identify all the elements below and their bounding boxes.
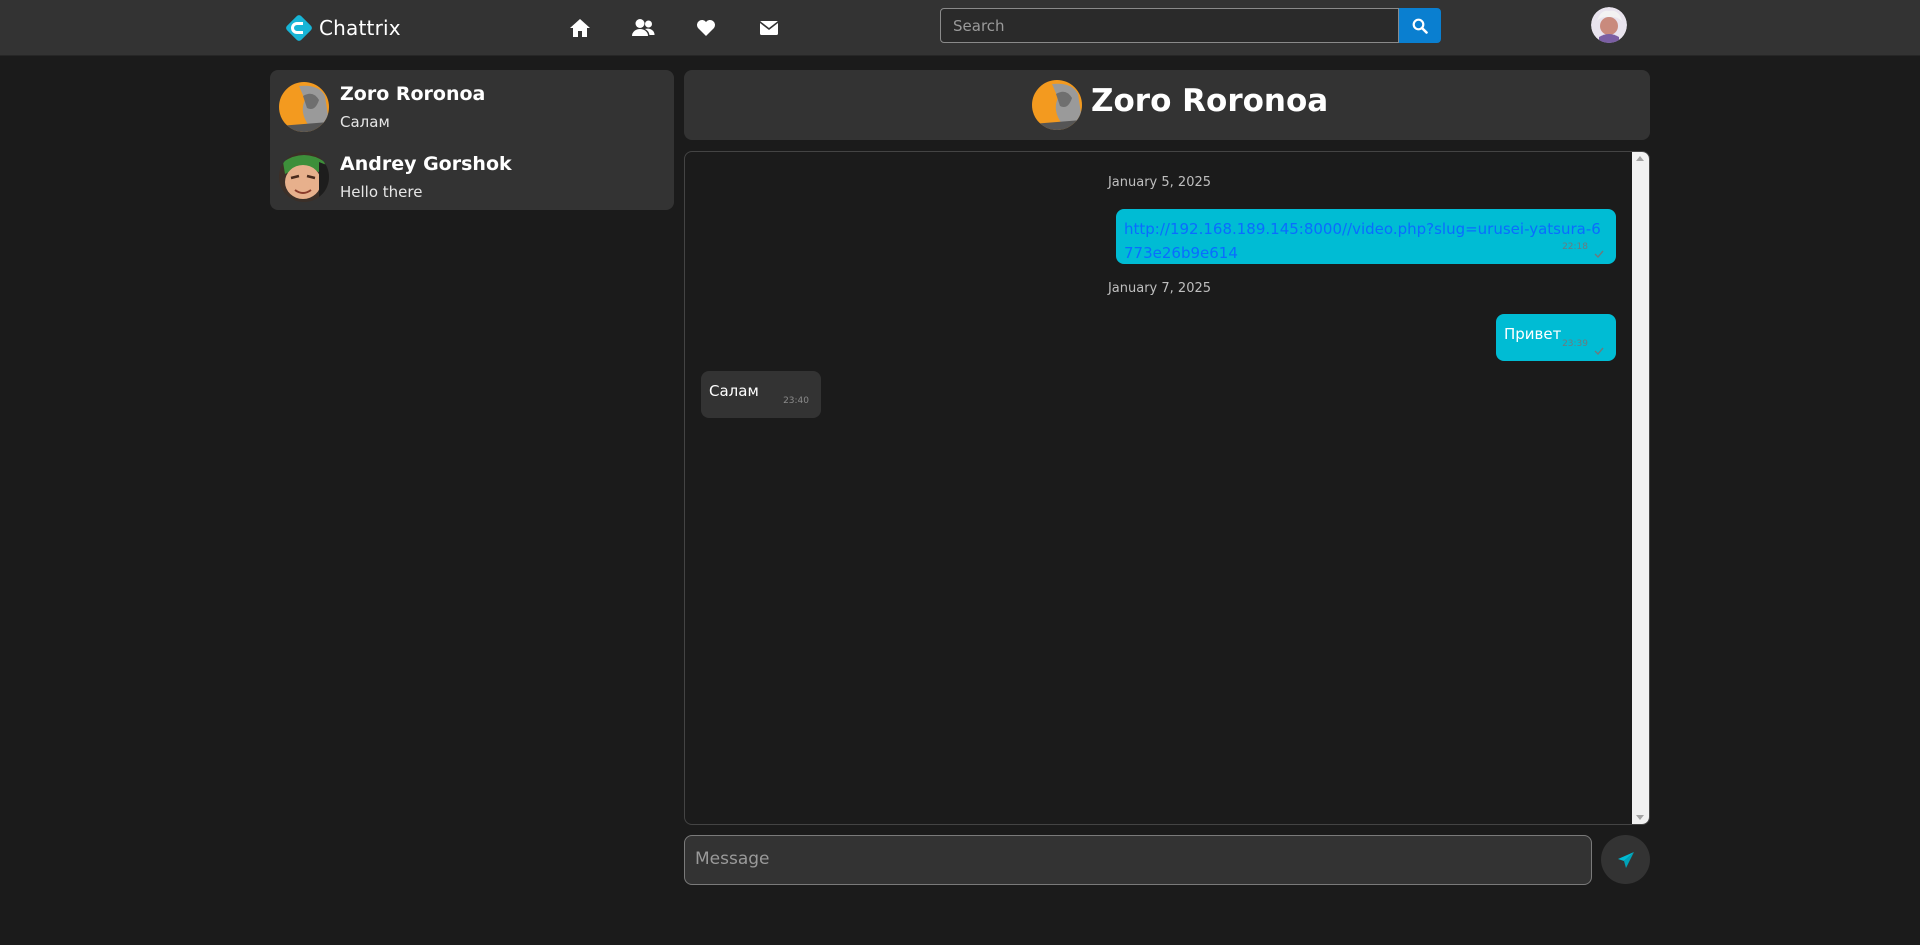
message-input[interactable] <box>684 835 1592 885</box>
message-list[interactable]: January 5, 2025 http://192.168.189.145:8… <box>684 151 1650 825</box>
avatar <box>279 152 329 202</box>
messages-scrollbar[interactable] <box>1632 152 1649 824</box>
check-icon <box>1594 347 1604 355</box>
heart-icon[interactable] <box>692 14 720 42</box>
home-icon[interactable] <box>566 14 594 42</box>
scroll-up-arrow-icon[interactable] <box>1636 156 1644 161</box>
scrollbar-thumb[interactable] <box>1634 168 1647 808</box>
conversation-item[interactable]: Zoro Roronoa Салам <box>270 70 674 140</box>
avatar <box>1032 80 1082 130</box>
message-text: Привет <box>1504 325 1562 343</box>
brand[interactable]: Chattrix <box>284 12 401 44</box>
envelope-icon[interactable] <box>755 14 783 42</box>
conversation-last-message: Hello there <box>340 183 423 201</box>
conversation-name: Zoro Roronoa <box>340 83 486 105</box>
chat-title: Zoro Roronoa <box>1091 83 1329 119</box>
chat-header: Zoro Roronoa <box>684 70 1650 140</box>
conversation-name: Andrey Gorshok <box>340 153 512 175</box>
users-icon[interactable] <box>629 14 657 42</box>
search-input[interactable] <box>940 8 1399 43</box>
conversation-item[interactable]: Andrey Gorshok Hello there <box>270 140 674 210</box>
conversation-last-message: Салам <box>340 113 390 131</box>
date-separator: January 5, 2025 <box>1107 175 1212 190</box>
date-separator: January 7, 2025 <box>1107 281 1212 296</box>
message-link[interactable]: http://192.168.189.145:8000//video.php?s… <box>1124 220 1601 262</box>
scroll-down-arrow-icon[interactable] <box>1636 815 1644 820</box>
check-icon <box>1594 250 1604 258</box>
send-button[interactable] <box>1601 835 1650 884</box>
avatar <box>279 82 329 132</box>
message-bubble-incoming: Салам 23:40 <box>701 371 821 418</box>
conversation-list: Zoro Roronoa Салам Andrey Gorshok Hello … <box>270 70 674 210</box>
message-time: 23:40 <box>783 396 809 406</box>
paper-plane-icon <box>1617 851 1634 868</box>
chattrix-logo-icon <box>284 13 314 43</box>
main-nav <box>566 14 818 42</box>
message-bubble-outgoing: Привет 23:39 <box>1496 314 1616 361</box>
search-button[interactable] <box>1399 8 1441 43</box>
search-icon <box>1412 18 1428 34</box>
top-navbar: Chattrix <box>0 0 1920 56</box>
profile-avatar[interactable] <box>1591 7 1627 43</box>
brand-name: Chattrix <box>319 16 401 40</box>
message-text: Салам <box>709 382 759 400</box>
search-bar <box>940 8 1441 43</box>
message-time: 22:18 <box>1562 242 1588 252</box>
message-bubble-outgoing: http://192.168.189.145:8000//video.php?s… <box>1116 209 1616 264</box>
message-time: 23:39 <box>1562 339 1588 349</box>
